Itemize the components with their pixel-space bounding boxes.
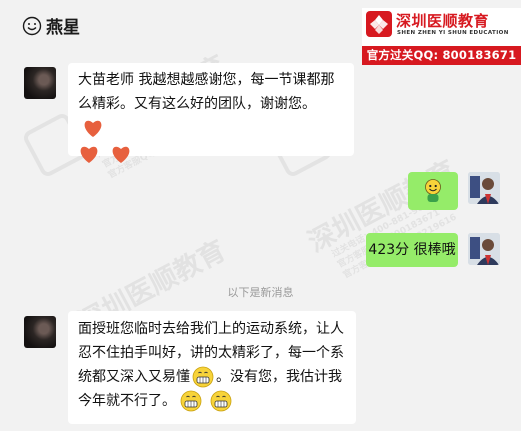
heart-icon <box>84 120 102 137</box>
qq-banner: 官方过关QQ: 800183671 <box>362 46 521 65</box>
message-bubble[interactable]: 面授班您临时去给我们上的运动系统，让人忍不住拍手叫好，讲的太精彩了，每一个系统都… <box>68 311 356 424</box>
message-bubble[interactable]: 大苗老师 我越想越感谢您，每一节课都那么精彩。又有这么好的团队，谢谢您。 <box>68 63 354 163</box>
avatar[interactable] <box>24 67 56 99</box>
smiley-icon <box>22 16 42 35</box>
grin-icon <box>180 390 202 412</box>
message-text: 大苗老师 我越想越感谢您，每一节课都那么精彩。又有这么好的团队，谢谢您。 <box>78 72 335 112</box>
brand-subtitle: SHEN ZHEN YI SHUN EDUCATION <box>397 30 509 36</box>
sticker-character-icon <box>425 179 441 202</box>
emoji-row <box>78 142 344 166</box>
brand-logo-block: 深圳医顺教育 SHEN ZHEN YI SHUN EDUCATION <box>362 8 521 46</box>
contact-name: 燕星 <box>46 18 80 38</box>
heart-icon <box>113 146 130 163</box>
avatar[interactable] <box>468 172 500 204</box>
new-messages-divider: 以下是新消息 <box>227 286 294 299</box>
contact-title[interactable]: 燕星 <box>22 13 80 38</box>
brand-name: 深圳医顺教育 <box>396 12 490 30</box>
grin-icon <box>192 366 214 388</box>
grin-icon <box>210 390 232 412</box>
message-bubble[interactable]: 423分 很棒哦 <box>366 233 458 267</box>
message-bubble-sticker[interactable] <box>408 172 458 210</box>
heart-icon <box>80 146 98 163</box>
message-text: 423分 很棒哦 <box>368 242 456 258</box>
avatar[interactable] <box>468 233 500 265</box>
avatar[interactable] <box>24 316 56 348</box>
brand-logo-icon <box>366 11 392 37</box>
